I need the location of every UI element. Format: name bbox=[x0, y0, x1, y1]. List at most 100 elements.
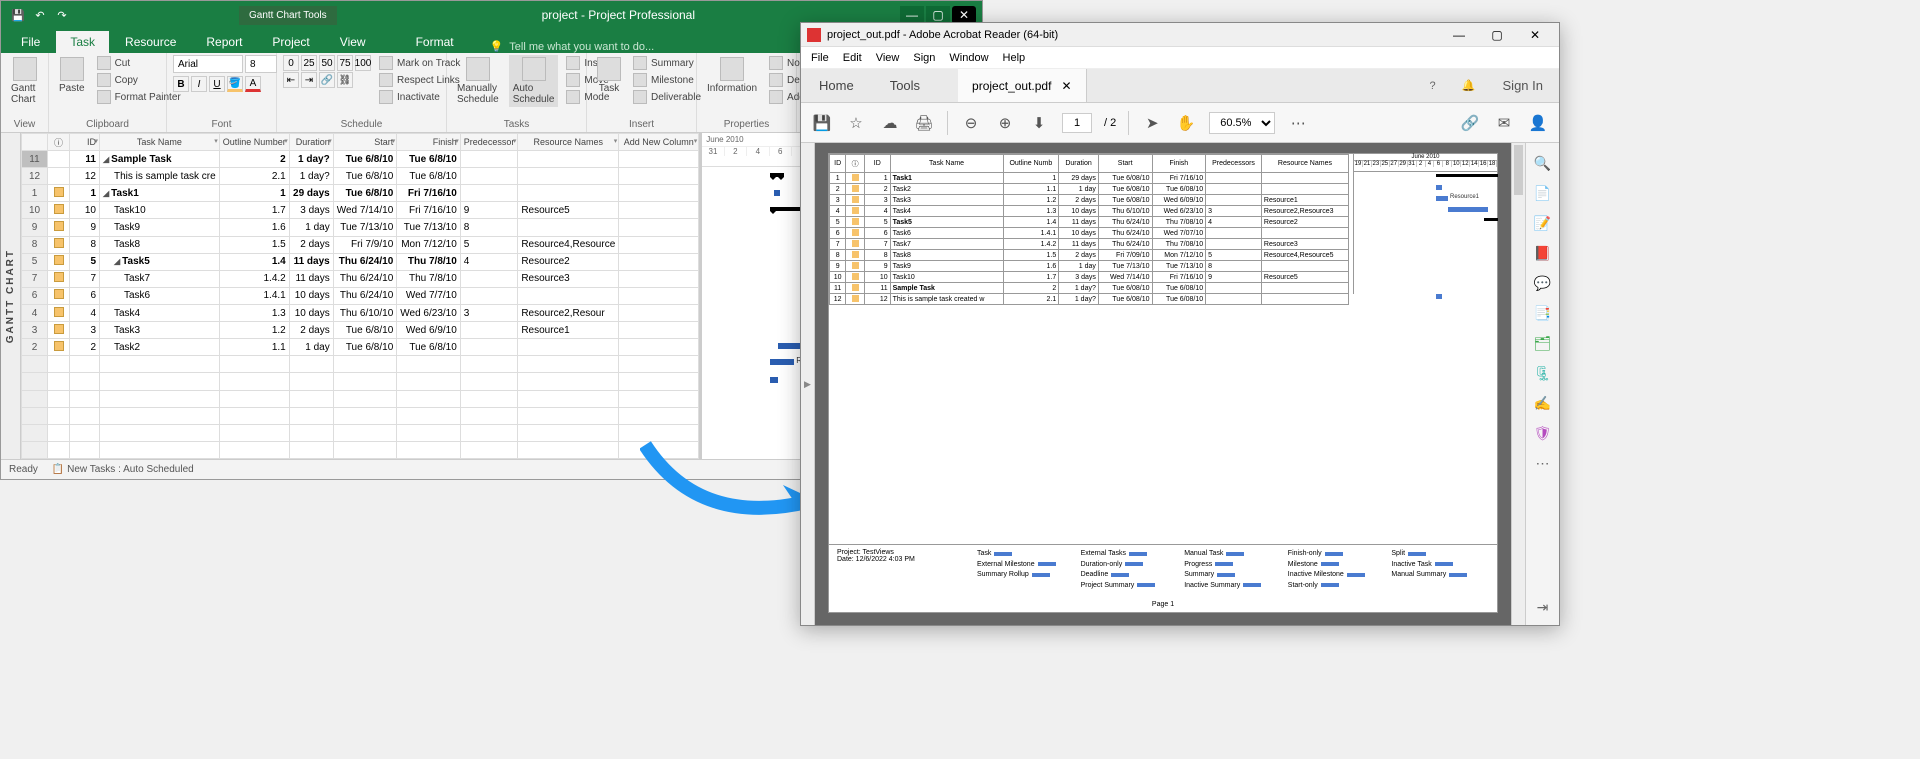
tab-file[interactable]: File bbox=[7, 31, 54, 53]
col-outline[interactable]: Outline Number▾ bbox=[219, 134, 289, 151]
tab-report[interactable]: Report bbox=[192, 31, 256, 53]
star-icon[interactable]: ☆ bbox=[845, 112, 867, 134]
zoom-select[interactable]: 60.5% bbox=[1209, 112, 1275, 134]
col-taskname[interactable]: Task Name▾ bbox=[100, 134, 220, 151]
scroll-thumb[interactable] bbox=[1514, 145, 1523, 195]
help-icon[interactable]: ? bbox=[1421, 74, 1445, 98]
gantt-chart-button[interactable]: Gantt Chart bbox=[7, 55, 42, 107]
export-tool-icon[interactable]: 📄 bbox=[1533, 183, 1553, 203]
pct100-button[interactable]: 100 bbox=[355, 55, 371, 71]
table-row[interactable]: 11◢Task1129 daysTue 6/8/10Fri 7/16/10 bbox=[22, 185, 699, 202]
more-tools-icon[interactable]: ⋯ bbox=[1533, 453, 1553, 473]
comment-tool-icon[interactable]: 💬 bbox=[1533, 273, 1553, 293]
tab-resource[interactable]: Resource bbox=[111, 31, 190, 53]
menu-edit[interactable]: Edit bbox=[843, 52, 862, 64]
zoom-out-icon[interactable]: ⊖ bbox=[960, 112, 982, 134]
maximize-button[interactable]: ▢ bbox=[1479, 25, 1515, 45]
select-tool-icon[interactable]: ➤ bbox=[1141, 112, 1163, 134]
table-row[interactable]: 1111◢Sample Task21 day?Tue 6/8/10Tue 6/8… bbox=[22, 151, 699, 168]
download-icon[interactable]: ⬇ bbox=[1028, 112, 1050, 134]
information-button[interactable]: Information bbox=[703, 55, 761, 96]
font-color-button[interactable]: A bbox=[245, 76, 261, 92]
zoom-in-icon[interactable]: ⊕ bbox=[994, 112, 1016, 134]
table-row[interactable]: 66Task61.4.110 daysThu 6/24/10Wed 7/7/10 bbox=[22, 287, 699, 304]
more-icon[interactable]: ⋯ bbox=[1287, 112, 1309, 134]
close-tab-icon[interactable]: ✕ bbox=[1061, 79, 1071, 93]
table-row[interactable]: 1010Task101.73 daysWed 7/14/10Fri 7/16/1… bbox=[22, 202, 699, 219]
collapse-panel-icon[interactable]: ⇥ bbox=[1533, 597, 1553, 617]
menu-help[interactable]: Help bbox=[1003, 52, 1026, 64]
col-predecessor[interactable]: Predecessor▾ bbox=[460, 134, 518, 151]
table-row[interactable]: 88Task81.52 daysFri 7/9/10Mon 7/12/105Re… bbox=[22, 236, 699, 253]
fill-color-button[interactable]: 🪣 bbox=[227, 76, 243, 92]
compress-tool-icon[interactable]: 🗜 bbox=[1533, 363, 1553, 383]
document-tab[interactable]: project_out.pdf✕ bbox=[958, 69, 1086, 102]
menu-window[interactable]: Window bbox=[949, 52, 988, 64]
font-select[interactable] bbox=[173, 55, 243, 73]
undo-icon[interactable]: ↶ bbox=[33, 8, 47, 22]
pct50-button[interactable]: 50 bbox=[319, 55, 335, 71]
search-tool-icon[interactable]: 🔍 bbox=[1533, 153, 1553, 173]
table-row[interactable]: 55◢Task51.411 daysThu 6/24/10Thu 7/8/104… bbox=[22, 253, 699, 270]
redo-icon[interactable]: ↷ bbox=[55, 8, 69, 22]
sign-tool-icon[interactable]: ✍ bbox=[1533, 393, 1553, 413]
left-panel-toggle[interactable]: ▶ bbox=[801, 143, 815, 625]
create-tool-icon[interactable]: 📕 bbox=[1533, 243, 1553, 263]
combine-tool-icon[interactable]: 📑 bbox=[1533, 303, 1553, 323]
pct0-button[interactable]: 0 bbox=[283, 55, 299, 71]
tab-home[interactable]: Home bbox=[801, 70, 872, 101]
hand-tool-icon[interactable]: ✋ bbox=[1175, 112, 1197, 134]
account-icon[interactable]: 👤 bbox=[1527, 112, 1549, 134]
tab-tools[interactable]: Tools bbox=[872, 70, 938, 101]
link-button[interactable]: 🔗 bbox=[319, 72, 335, 88]
menu-file[interactable]: File bbox=[811, 52, 829, 64]
auto-schedule-button[interactable]: Auto Schedule bbox=[509, 55, 559, 107]
menu-sign[interactable]: Sign bbox=[913, 52, 935, 64]
pct25-button[interactable]: 25 bbox=[301, 55, 317, 71]
table-row[interactable]: 77Task71.4.211 daysThu 6/24/10Thu 7/8/10… bbox=[22, 270, 699, 287]
col-id[interactable]: ID▾ bbox=[70, 134, 100, 151]
col-duration[interactable]: Duration▾ bbox=[289, 134, 333, 151]
col-resources[interactable]: Resource Names▾ bbox=[518, 134, 619, 151]
protect-tool-icon[interactable]: 🛡 bbox=[1533, 423, 1553, 443]
link-icon[interactable]: 🔗 bbox=[1459, 112, 1481, 134]
bell-icon[interactable]: 🔔 bbox=[1457, 74, 1481, 98]
table-row[interactable]: 22Task21.11 dayTue 6/8/10Tue 6/8/10 bbox=[22, 339, 699, 356]
save-icon[interactable]: 💾 bbox=[11, 8, 25, 22]
page-viewport[interactable]: ID ⓘ ID Task Name Outline Numb Duration … bbox=[815, 143, 1511, 625]
organize-tool-icon[interactable]: 🗂 bbox=[1533, 333, 1553, 353]
tab-project[interactable]: Project bbox=[258, 31, 323, 53]
col-start[interactable]: Start▾ bbox=[333, 134, 397, 151]
table-row[interactable]: 44Task41.310 daysThu 6/10/10Wed 6/23/103… bbox=[22, 304, 699, 321]
outdent-button[interactable]: ⇤ bbox=[283, 72, 299, 88]
pct75-button[interactable]: 75 bbox=[337, 55, 353, 71]
table-row[interactable]: 33Task31.22 daysTue 6/8/10Wed 6/9/10Reso… bbox=[22, 322, 699, 339]
tab-format[interactable]: Format bbox=[402, 31, 468, 53]
task-insert-button[interactable]: Task bbox=[593, 55, 625, 96]
page-number-input[interactable] bbox=[1062, 113, 1092, 133]
indent-button[interactable]: ⇥ bbox=[301, 72, 317, 88]
save-icon[interactable]: 💾 bbox=[811, 112, 833, 134]
close-button[interactable]: ✕ bbox=[1517, 25, 1553, 45]
italic-button[interactable]: I bbox=[191, 76, 207, 92]
unlink-button[interactable]: ⛓ bbox=[337, 72, 353, 88]
print-icon[interactable]: 🖨 bbox=[913, 112, 935, 134]
col-finish[interactable]: Finish▾ bbox=[397, 134, 461, 151]
sign-in-button[interactable]: Sign In bbox=[1487, 78, 1559, 93]
tab-task[interactable]: Task bbox=[56, 31, 109, 53]
table-row[interactable]: 1212This is sample task cre2.11 day?Tue … bbox=[22, 168, 699, 185]
acrobat-scrollbar[interactable] bbox=[1511, 143, 1525, 625]
bold-button[interactable]: B bbox=[173, 76, 189, 92]
milestone-button[interactable]: Milestone bbox=[631, 72, 703, 88]
mail-icon[interactable]: ✉ bbox=[1493, 112, 1515, 134]
edit-tool-icon[interactable]: 📝 bbox=[1533, 213, 1553, 233]
minimize-button[interactable]: ― bbox=[1441, 25, 1477, 45]
summary-button[interactable]: Summary bbox=[631, 55, 703, 71]
tell-me[interactable]: 💡Tell me what you want to do... bbox=[490, 40, 655, 53]
manual-schedule-button[interactable]: Manually Schedule bbox=[453, 55, 503, 107]
paste-button[interactable]: Paste bbox=[55, 55, 89, 96]
underline-button[interactable]: U bbox=[209, 76, 225, 92]
menu-view[interactable]: View bbox=[876, 52, 900, 64]
deliverable-button[interactable]: Deliverable bbox=[631, 89, 703, 105]
tool-tab[interactable]: Gantt Chart Tools bbox=[239, 6, 337, 25]
